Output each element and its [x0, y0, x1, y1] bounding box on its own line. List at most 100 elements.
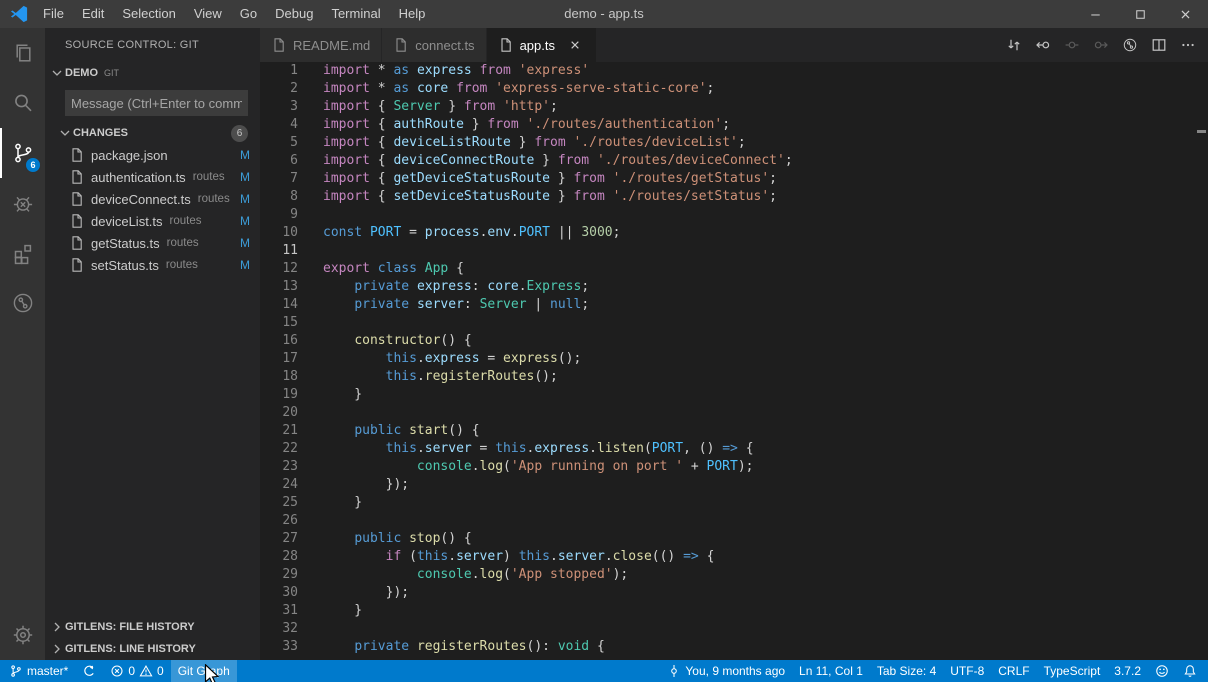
file-icon	[393, 37, 409, 53]
repo-name: DEMO	[65, 67, 98, 79]
scm-file-package.json[interactable]: package.jsonM	[45, 144, 260, 166]
repo-scm-label: GIT	[104, 68, 119, 78]
line-number: 29	[260, 566, 298, 584]
line-number: 25	[260, 494, 298, 512]
status-eol[interactable]: CRLF	[991, 660, 1036, 682]
line-content: private express: core.Express;	[298, 278, 589, 296]
changes-file-list: package.jsonMauthentication.tsroutesMdev…	[45, 144, 260, 276]
window-title: demo - app.ts	[564, 0, 644, 28]
chevron-down-icon	[57, 125, 73, 141]
code-line: 24 });	[260, 476, 1208, 494]
menu-help[interactable]: Help	[390, 0, 435, 28]
line-content: console.log('App running on port ' + POR…	[298, 458, 754, 476]
scm-file-deviceList.ts[interactable]: deviceList.tsroutesM	[45, 210, 260, 232]
line-content: const PORT = process.env.PORT || 3000;	[298, 224, 620, 242]
line-content: private server: Server | null;	[298, 296, 589, 314]
code-line: 32	[260, 620, 1208, 638]
line-number: 8	[260, 188, 298, 206]
line-content	[298, 206, 323, 224]
status-cursor-position[interactable]: Ln 11, Col 1	[792, 660, 870, 682]
code-area[interactable]: 1import * as express from 'express'2impo…	[260, 62, 1208, 656]
status-problems[interactable]: 00	[103, 660, 170, 682]
status-language-mode[interactable]: TypeScript	[1037, 660, 1108, 682]
status-encoding[interactable]: UTF-8	[943, 660, 991, 682]
repo-header[interactable]: DEMO GIT	[45, 62, 260, 84]
code-line: 6import { deviceConnectRoute } from './r…	[260, 152, 1208, 170]
tab-README.md[interactable]: README.md	[260, 28, 382, 62]
line-number: 28	[260, 548, 298, 566]
scm-file-setStatus.ts[interactable]: setStatus.tsroutesM	[45, 254, 260, 276]
editor-scrollbar[interactable]	[1195, 62, 1208, 660]
menu-debug[interactable]: Debug	[266, 0, 322, 28]
status-branch[interactable]: master*	[2, 660, 75, 682]
code-line: 20	[260, 404, 1208, 422]
gitlens-button[interactable]	[1115, 28, 1144, 62]
maximize-icon	[1133, 7, 1148, 22]
code-line: 25 }	[260, 494, 1208, 512]
menu-view[interactable]: View	[185, 0, 231, 28]
scm-file-deviceConnect.ts[interactable]: deviceConnect.tsroutesM	[45, 188, 260, 210]
file-name: package.json	[91, 148, 168, 163]
tab-bar: README.mdconnect.tsapp.ts	[260, 28, 1208, 62]
status-git-graph[interactable]: Git Graph	[171, 660, 237, 682]
menu-edit[interactable]: Edit	[73, 0, 113, 28]
code-line: 7import { getDeviceStatusRoute } from '.…	[260, 170, 1208, 188]
code-line: 14 private server: Server | null;	[260, 296, 1208, 314]
activity-extensions[interactable]	[0, 228, 45, 278]
code-line: 13 private express: core.Express;	[260, 278, 1208, 296]
code-line: 12export class App {	[260, 260, 1208, 278]
code-editor[interactable]: 1import * as express from 'express'2impo…	[260, 62, 1208, 660]
section-gitlens-file-history[interactable]: GITLENS: FILE HISTORY	[45, 616, 260, 638]
file-folder: routes	[198, 193, 230, 205]
status-notifications[interactable]	[1176, 660, 1204, 682]
menu-terminal[interactable]: Terminal	[322, 0, 389, 28]
status-feedback[interactable]	[1148, 660, 1176, 682]
activity-manage[interactable]	[0, 610, 45, 660]
code-line: 17 this.express = express();	[260, 350, 1208, 368]
previous-revision-button[interactable]	[1028, 28, 1057, 62]
activity-debug[interactable]	[0, 178, 45, 228]
line-content	[298, 404, 323, 422]
line-content: import { authRoute } from './routes/auth…	[298, 116, 730, 134]
line-number: 24	[260, 476, 298, 494]
file-icon	[69, 147, 85, 163]
activity-gitlens[interactable]	[0, 278, 45, 328]
commit-message-input[interactable]	[65, 90, 248, 116]
code-line: 23 console.log('App running on port ' + …	[260, 458, 1208, 476]
commit-icon	[667, 664, 681, 678]
menu-selection[interactable]: Selection	[113, 0, 184, 28]
menu-file[interactable]: File	[34, 0, 73, 28]
open-changes-button[interactable]	[999, 28, 1028, 62]
close-button[interactable]	[1163, 0, 1208, 28]
line-content: this.server = this.express.listen(PORT, …	[298, 440, 754, 458]
line-number: 20	[260, 404, 298, 422]
status-text: Ln 11, Col 1	[799, 664, 863, 678]
status-blame[interactable]: You, 9 months ago	[660, 660, 792, 682]
close-tab-button[interactable]	[565, 35, 585, 55]
gitlens-sections: GITLENS: FILE HISTORYGITLENS: LINE HISTO…	[45, 616, 260, 660]
status-sync[interactable]	[75, 660, 103, 682]
split-editor-button[interactable]	[1144, 28, 1173, 62]
status-text: Tab Size: 4	[877, 664, 936, 678]
menu-go[interactable]: Go	[231, 0, 266, 28]
maximize-button[interactable]	[1118, 0, 1163, 28]
line-content: this.registerRoutes();	[298, 368, 558, 386]
activity-explorer[interactable]	[0, 28, 45, 78]
activity-source-control[interactable]: 6	[0, 128, 45, 178]
section-gitlens-line-history[interactable]: GITLENS: LINE HISTORY	[45, 638, 260, 660]
close-icon	[1178, 7, 1193, 22]
activity-bar: 6	[0, 28, 45, 660]
status-ts-version[interactable]: 3.7.2	[1107, 660, 1148, 682]
tab-app.ts[interactable]: app.ts	[487, 28, 597, 62]
scm-file-authentication.ts[interactable]: authentication.tsroutesM	[45, 166, 260, 188]
scm-file-getStatus.ts[interactable]: getStatus.tsroutesM	[45, 232, 260, 254]
tab-connect.ts[interactable]: connect.ts	[382, 28, 486, 62]
line-number: 9	[260, 206, 298, 224]
status-indentation[interactable]: Tab Size: 4	[870, 660, 943, 682]
file-icon	[69, 213, 85, 229]
more-actions-button[interactable]	[1173, 28, 1202, 62]
changes-header[interactable]: CHANGES 6	[45, 122, 260, 144]
line-number: 10	[260, 224, 298, 242]
activity-search[interactable]	[0, 78, 45, 128]
minimize-button[interactable]	[1073, 0, 1118, 28]
